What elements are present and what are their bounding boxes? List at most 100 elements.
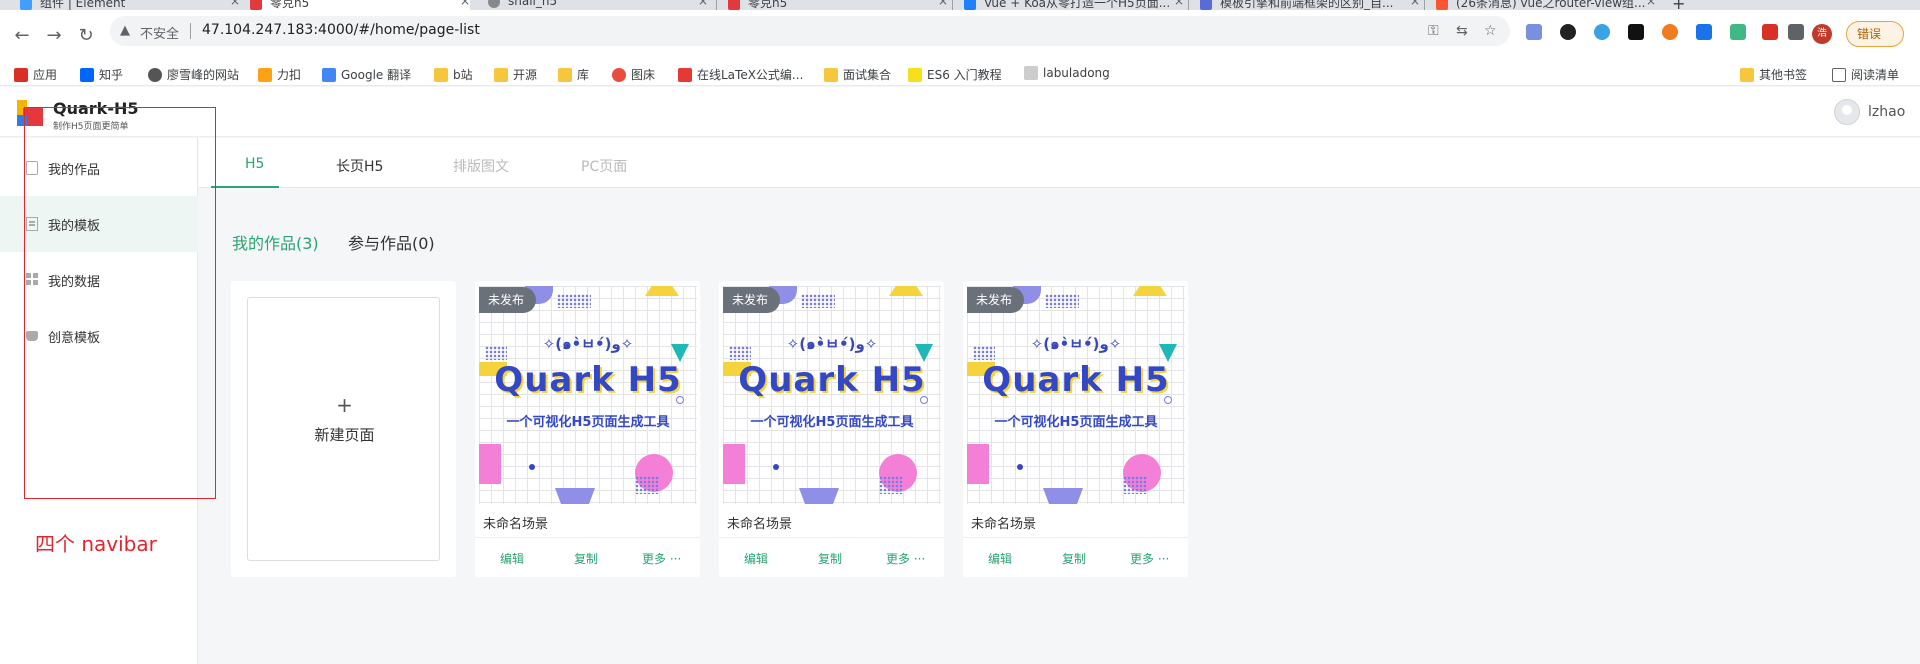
tab-long-h5[interactable]: 长页H5 [336,156,383,176]
url-text[interactable]: 47.104.247.183:4000/#/home/page-list [202,22,480,38]
bookmark-folder[interactable]: 库 [558,66,589,83]
reading-list[interactable]: 阅读清单 [1832,66,1899,83]
bookmark-apps[interactable]: 应用 [14,66,57,83]
work-name[interactable]: 未命名场景 [727,513,792,532]
tab-separator [952,0,953,10]
puzzle-icon[interactable] [1788,24,1804,40]
work-cover-image[interactable]: ✧(๑•̀ㅂ•́)و✧ Quark H5 一个可视化H5页面生成工具 [967,286,1185,504]
copy-button[interactable]: 复制 [818,550,842,567]
browser-tab-strip: 组件 | Element × 零克h5 × snail_h5 × 零克h5 × … [0,0,1920,10]
element-favicon-icon [20,0,32,10]
bookmark-label: Google 翻译 [341,68,412,82]
work-cover-image[interactable]: ✧(๑•̀ㅂ•́)و✧ Quark H5 一个可视化H5页面生成工具 [479,286,697,504]
bookmark-label: 力扣 [277,68,302,82]
browser-tab[interactable]: Vue + Koa从零打造一个H5页面... × [964,0,1184,10]
bookmark-item[interactable]: 在线LaTeX公式编... [678,66,803,83]
extension-icon[interactable] [1662,24,1678,40]
close-icon[interactable]: × [460,0,470,8]
back-arrow-icon[interactable]: ← [10,24,34,48]
decor-dots [729,346,751,360]
tab-h5[interactable]: H5 [245,156,264,172]
close-icon[interactable]: × [230,0,240,8]
browser-tab[interactable]: (26条消息) vue之router-view组... × [1436,0,1656,10]
bookmark-label: 在线LaTeX公式编... [697,68,804,82]
username[interactable]: lzhao [1868,104,1905,120]
close-icon[interactable]: × [938,0,948,8]
work-name[interactable]: 未命名场景 [483,513,548,532]
extension-icon[interactable] [1696,24,1712,40]
bookmark-item[interactable]: 图床 [612,66,655,83]
key-icon[interactable]: ⚿ [1428,23,1439,39]
edit-button[interactable]: 编辑 [500,550,524,567]
extension-icon[interactable] [1526,24,1542,40]
extension-icon[interactable] [1762,24,1778,40]
tab-my-works[interactable]: 我的作品(3) [232,230,319,254]
work-name[interactable]: 未命名场景 [971,513,1036,532]
user-avatar[interactable] [1834,99,1860,125]
cover-kaomoji: ✧(๑•̀ㅂ•́)و✧ [786,335,878,353]
star-icon[interactable]: ☆ [1484,23,1497,39]
close-icon[interactable]: × [1174,0,1184,8]
reload-icon[interactable]: ↻ [74,24,98,48]
bookmark-folder[interactable]: 面试集合 [824,66,891,83]
browser-tab[interactable]: 零克h5 × [728,0,948,10]
bookmark-label: labuladong [1043,66,1110,80]
tab-title: 零克h5 [748,0,788,10]
browser-tab[interactable]: snail_h5 × [488,0,708,10]
address-bar[interactable]: ▲ 不安全 47.104.247.183:4000/#/home/page-li… [110,16,1510,46]
more-button[interactable]: 更多 ··· [886,550,925,567]
copy-button[interactable]: 复制 [574,550,598,567]
close-icon[interactable]: × [1646,0,1656,8]
work-cover-image[interactable]: ✧(๑•̀ㅂ•́)و✧ Quark H5 一个可视化H5页面生成工具 [723,286,941,504]
copy-button[interactable]: 复制 [1062,550,1086,567]
bookmark-item[interactable]: 知乎 [80,66,123,83]
folder-icon [434,68,448,82]
new-page-label: 新建页面 [314,426,375,444]
new-page-button[interactable]: + 新建页面 [247,297,440,561]
edit-button[interactable]: 编辑 [988,550,1012,567]
more-button[interactable]: 更多 ··· [1130,550,1169,567]
bookmark-folder[interactable]: 开源 [494,66,537,83]
forward-arrow-icon[interactable]: → [42,24,66,48]
extension-icon[interactable] [1594,24,1610,40]
bookmark-folder[interactable]: 其他书签 [1740,66,1807,83]
article-favicon-icon [1200,0,1212,10]
decor-dots [557,294,591,308]
decor-dots [635,476,659,494]
more-button[interactable]: 更多 ··· [642,550,681,567]
bookmark-item[interactable]: 力扣 [258,66,301,83]
bookmark-label: 应用 [33,68,58,82]
close-icon[interactable]: × [1410,0,1420,8]
error-button[interactable]: 错误 [1846,21,1904,47]
tab-participated-works[interactable]: 参与作品(0) [348,230,435,254]
extension-icon[interactable] [1628,24,1644,40]
decor-trapezoid [889,286,923,296]
translate-icon[interactable]: ⇆ [1456,23,1468,39]
bookmark-folder[interactable]: b站 [434,66,473,83]
browser-tab[interactable]: 组件 | Element × [20,0,240,10]
bookmark-item[interactable]: Google 翻译 [322,66,411,83]
browser-toolbar: ← → ↻ ▲ 不安全 47.104.247.183:4000/#/home/p… [0,10,1920,62]
browser-tab[interactable]: 模板引擎和前端框架的区别_自... × [1200,0,1420,10]
bookmark-item[interactable]: 廖雪峰的网站 [148,66,239,83]
bookmark-item[interactable]: labuladong [1024,66,1110,80]
close-icon[interactable]: × [698,0,708,8]
new-tab-button[interactable]: + [1672,0,1692,10]
work-card[interactable]: 未发布 ✧(๑•̀ㅂ•́)و✧ Quark H5 一个可视化H5页面生成工具 未… [475,281,700,577]
page-type-tabs: H5 长页H5 排版图文 PC页面 [199,138,1920,188]
vue-devtools-icon[interactable] [1730,24,1746,40]
folder-icon [1740,68,1754,82]
work-card[interactable]: 未发布 ✧(๑•̀ㅂ•́)و✧ Quark H5 一个可视化H5页面生成工具 未… [719,281,944,577]
card-divider [963,537,1188,538]
juejin-favicon-icon [964,0,976,10]
bookmark-item[interactable]: ES6 入门教程 [908,66,1002,83]
work-card[interactable]: 未发布 ✧(๑•̀ㅂ•́)و✧ Quark H5 一个可视化H5页面生成工具 未… [963,281,1188,577]
edit-button[interactable]: 编辑 [744,550,768,567]
status-badge: 未发布 [723,287,780,313]
profile-avatar[interactable]: 浩 [1812,24,1832,44]
es6-icon [908,68,922,82]
tab-pc-page[interactable]: PC页面 [581,156,627,176]
extension-icon[interactable] [1560,24,1576,40]
tab-layout-article[interactable]: 排版图文 [453,156,509,176]
browser-tab-active[interactable]: 零克h5 × [250,0,470,10]
